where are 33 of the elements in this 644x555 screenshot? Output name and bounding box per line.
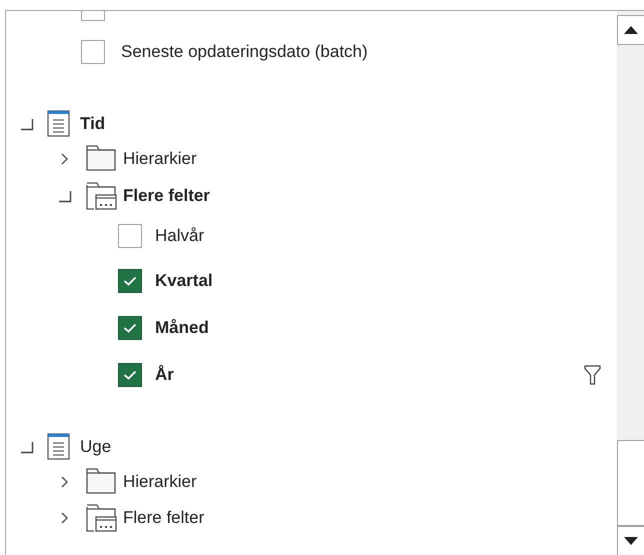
field-label: År	[155, 364, 174, 386]
checkmark-icon	[123, 276, 137, 286]
folder-name: Hierarkier	[123, 471, 197, 494]
checkbox[interactable]	[118, 316, 142, 340]
scroll-down-button[interactable]	[617, 526, 644, 555]
checkbox[interactable]	[118, 362, 142, 386]
checkbox[interactable]	[81, 40, 105, 64]
scroll-up-button[interactable]	[617, 15, 644, 45]
down-arrow-icon	[624, 537, 638, 545]
table-icon[interactable]	[47, 433, 70, 460]
filter-icon[interactable]	[584, 364, 601, 384]
checkbox[interactable]	[118, 224, 142, 248]
scrollbar-thumb[interactable]	[617, 440, 644, 526]
folder-more-icon[interactable]	[86, 503, 117, 533]
checkmark-icon	[123, 322, 137, 332]
folder-name: Flere felter	[123, 507, 204, 530]
field-label: Kvartal	[155, 270, 213, 292]
folder-more-icon[interactable]	[86, 180, 117, 210]
table-name: Uge	[80, 436, 112, 458]
checkbox[interactable]	[118, 268, 142, 292]
folder-name: Flere felter	[123, 184, 210, 207]
field-label: Seneste opdateringsdato (batch)	[121, 40, 368, 63]
table-name: Tid	[80, 112, 106, 135]
table-icon[interactable]	[47, 110, 70, 137]
collapse-icon[interactable]	[20, 440, 34, 454]
checkmark-icon	[123, 370, 137, 380]
collapse-icon[interactable]	[20, 116, 34, 130]
collapse-icon[interactable]	[58, 188, 72, 202]
up-arrow-icon	[624, 26, 638, 34]
checkbox[interactable]	[81, 11, 105, 21]
folder-name: Hierarkier	[123, 148, 197, 170]
field-label: Halvår	[155, 224, 204, 247]
field-label: Måned	[155, 316, 209, 339]
